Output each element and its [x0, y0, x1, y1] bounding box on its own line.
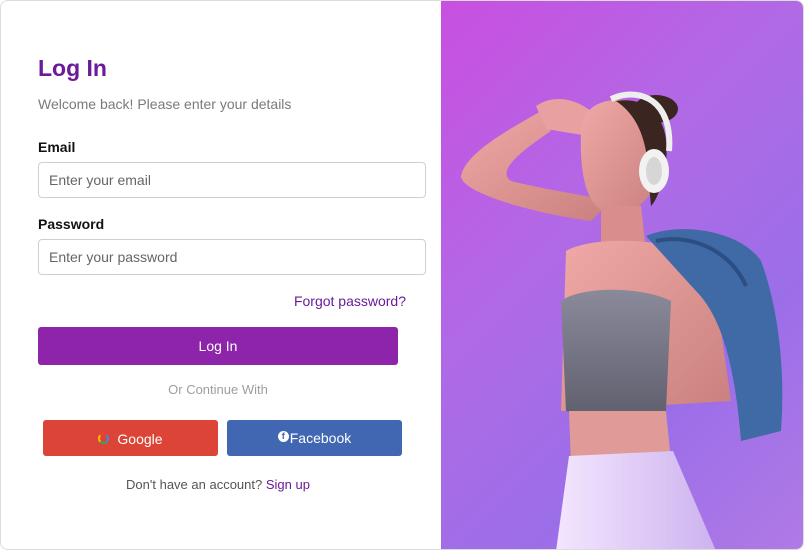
woman-with-headphones-photo: [461, 91, 783, 549]
page-subtitle: Welcome back! Please enter your details: [38, 96, 292, 112]
google-button-label: Google: [117, 430, 163, 447]
forgot-password-link[interactable]: Forgot password?: [294, 293, 406, 309]
continue-with-divider: Or Continue With: [168, 382, 268, 397]
password-label: Password: [38, 216, 105, 232]
page-title: Log In: [38, 55, 107, 81]
signup-link[interactable]: Sign up: [266, 477, 310, 492]
google-login-button[interactable]: Google: [43, 420, 218, 456]
no-account-text: Don't have an account?: [126, 477, 263, 492]
login-form-panel: Log In Welcome back! Please enter your d…: [1, 1, 441, 549]
google-icon: [98, 433, 110, 444]
facebook-icon: f: [277, 430, 289, 442]
login-card: Log In Welcome back! Please enter your d…: [0, 0, 804, 550]
email-label: Email: [38, 139, 76, 155]
password-field[interactable]: [38, 239, 426, 275]
email-field[interactable]: [38, 162, 426, 198]
facebook-login-button[interactable]: f Facebook: [227, 420, 402, 456]
signup-prompt: Don't have an account? Sign up: [38, 477, 398, 492]
login-button[interactable]: Log In: [38, 327, 398, 365]
hero-image: [441, 1, 803, 549]
facebook-button-label: Facebook: [289, 430, 352, 446]
